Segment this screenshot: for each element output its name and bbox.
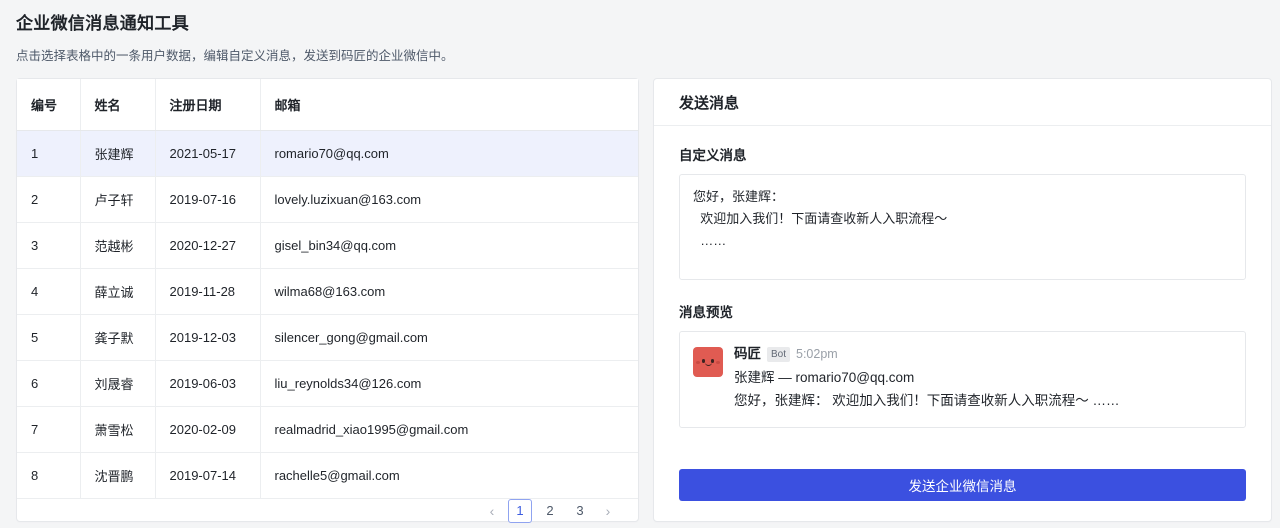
custom-message-label: 自定义消息 [678, 148, 747, 163]
pagination: ‹ 123 › [480, 498, 620, 523]
column-header-date: 注册日期 [155, 79, 261, 131]
avatar-blush-right [715, 361, 720, 364]
custom-message-input[interactable]: 您好，张建辉： 欢迎加入我们！下面请查收新人入职流程～ …… [678, 174, 1246, 280]
table-header: 编号 姓名 注册日期 邮箱 [17, 79, 638, 131]
row-cell-date: 2019-07-14 [155, 452, 261, 499]
row-cell-id: 5 [17, 314, 81, 361]
app-root: 企业微信消息通知工具 点击选择表格中的一条用户数据，编辑自定义消息，发送到码匠的… [0, 0, 1280, 528]
send-message-panel: 发送消息 自定义消息 您好，张建辉： 欢迎加入我们！下面请查收新人入职流程～ …… [652, 78, 1272, 522]
row-cell-name: 范越彬 [80, 222, 156, 269]
preview-body: 您好，张建辉： 欢迎加入我们！下面请查收新人入职流程～ …… [733, 393, 1120, 408]
user-table-panel: 编号 姓名 注册日期 邮箱 1 张建辉 2021-05-17 romario70@qq… [16, 78, 639, 523]
table-row[interactable]: 4 薛立诚 2019-11-28 wilma68@163.com [17, 268, 638, 315]
row-cell-email: gisel_bin34@qq.com [260, 222, 638, 269]
message-preview: 码匠 Bot 5:02pm 张建辉 — romario70@qq.com 您好，… [678, 331, 1246, 428]
row-cell-date: 2019-12-03 [155, 314, 261, 361]
row-cell-date: 2019-07-16 [155, 176, 261, 223]
user-table: 编号 姓名 注册日期 邮箱 1 张建辉 2021-05-17 romario70@qq… [17, 79, 638, 499]
row-cell-name: 薛立诚 [80, 268, 156, 315]
row-cell-id: 7 [17, 406, 81, 453]
row-cell-id: 2 [17, 176, 81, 223]
row-cell-email: silencer_gong@gmail.com [260, 314, 638, 361]
row-cell-email: rachelle5@gmail.com [260, 452, 638, 499]
table-row[interactable]: 3 范越彬 2020-12-27 gisel_bin34@qq.com [17, 222, 638, 269]
row-cell-date: 2020-02-09 [155, 406, 261, 453]
page-subtitle: 点击选择表格中的一条用户数据，编辑自定义消息，发送到码匠的企业微信中。 [16, 49, 454, 63]
row-cell-id: 3 [17, 222, 81, 269]
pagination-pages: 123 [505, 498, 595, 523]
row-cell-name: 卢子轩 [80, 176, 156, 223]
send-panel-body: 自定义消息 您好，张建辉： 欢迎加入我们！下面请查收新人入职流程～ …… 消息预… [654, 126, 1271, 469]
column-header-id: 编号 [17, 79, 81, 131]
chevron-left-icon[interactable]: ‹ [480, 499, 504, 523]
row-cell-date: 2020-12-27 [155, 222, 261, 269]
column-header-name: 姓名 [80, 79, 156, 131]
send-button-container: 发送企业微信消息 [654, 469, 1271, 521]
table-row[interactable]: 1 张建辉 2021-05-17 romario70@qq.com [17, 130, 638, 177]
pagination-page-3[interactable]: 3 [568, 499, 592, 523]
chevron-right-icon[interactable]: › [596, 499, 620, 523]
preview-message-content: 码匠 Bot 5:02pm 张建辉 — romario70@qq.com 您好，… [734, 345, 1232, 427]
table-row[interactable]: 7 萧雪松 2020-02-09 realmadrid_xiao1995@gmail.… [17, 406, 638, 453]
preview-recipient: 张建辉 — romario70@qq.com [733, 370, 915, 385]
preview-meta-row: 码匠 Bot 5:02pm [734, 345, 1232, 363]
preview-label: 消息预览 [678, 305, 733, 320]
bot-badge: Bot [766, 346, 790, 362]
preview-timestamp: 5:02pm [796, 347, 838, 361]
pagination-page-2[interactable]: 2 [538, 499, 562, 523]
row-cell-id: 1 [17, 130, 81, 177]
row-cell-email: romario70@qq.com [260, 130, 638, 177]
row-cell-email: lovely.luzixuan@163.com [260, 176, 638, 223]
row-cell-id: 6 [17, 360, 81, 407]
avatar-blush-left [695, 361, 700, 364]
send-wecom-message-button[interactable]: 发送企业微信消息 [678, 469, 1246, 501]
row-cell-email: wilma68@163.com [260, 268, 638, 315]
send-panel-title: 发送消息 [653, 79, 1271, 126]
row-cell-date: 2021-05-17 [155, 130, 261, 177]
page-title: 企业微信消息通知工具 [16, 14, 189, 33]
preview-sender-name: 码匠 [733, 346, 761, 361]
avatar-eye-right [710, 359, 714, 363]
row-cell-name: 张建辉 [80, 130, 156, 177]
table-header-row: 编号 姓名 注册日期 邮箱 [17, 79, 638, 131]
table-footer: ‹ 123 › [17, 498, 638, 523]
column-header-email: 邮箱 [260, 79, 638, 131]
bot-face-avatar-icon [692, 347, 723, 377]
row-cell-id: 8 [17, 452, 81, 499]
pagination-page-1[interactable]: 1 [507, 498, 532, 523]
row-cell-date: 2019-06-03 [155, 360, 261, 407]
row-cell-name: 沈晋鹏 [80, 452, 156, 499]
row-cell-name: 萧雪松 [80, 406, 156, 453]
table-row[interactable]: 2 卢子轩 2019-07-16 lovely.luzixuan@163.com [17, 176, 638, 223]
row-cell-email: liu_reynolds34@126.com [260, 360, 638, 407]
content-columns: 编号 姓名 注册日期 邮箱 1 张建辉 2021-05-17 romario70@qq… [8, 64, 1272, 523]
table-row[interactable]: 8 沈晋鹏 2019-07-14 rachelle5@gmail.com [17, 452, 638, 499]
row-cell-id: 4 [17, 268, 81, 315]
table-body: 1 张建辉 2021-05-17 romario70@qq.com 2 卢子轩 2019-0… [17, 130, 638, 499]
table-row[interactable]: 5 龚子默 2019-12-03 silencer_gong@gmail.com [17, 314, 638, 361]
row-cell-email: realmadrid_xiao1995@gmail.com [260, 406, 638, 453]
row-cell-date: 2019-11-28 [155, 268, 261, 315]
row-cell-name: 刘晟睿 [80, 360, 156, 407]
table-row[interactable]: 6 刘晟睿 2019-06-03 liu_reynolds34@126.com [17, 360, 638, 407]
row-cell-name: 龚子默 [80, 314, 156, 361]
